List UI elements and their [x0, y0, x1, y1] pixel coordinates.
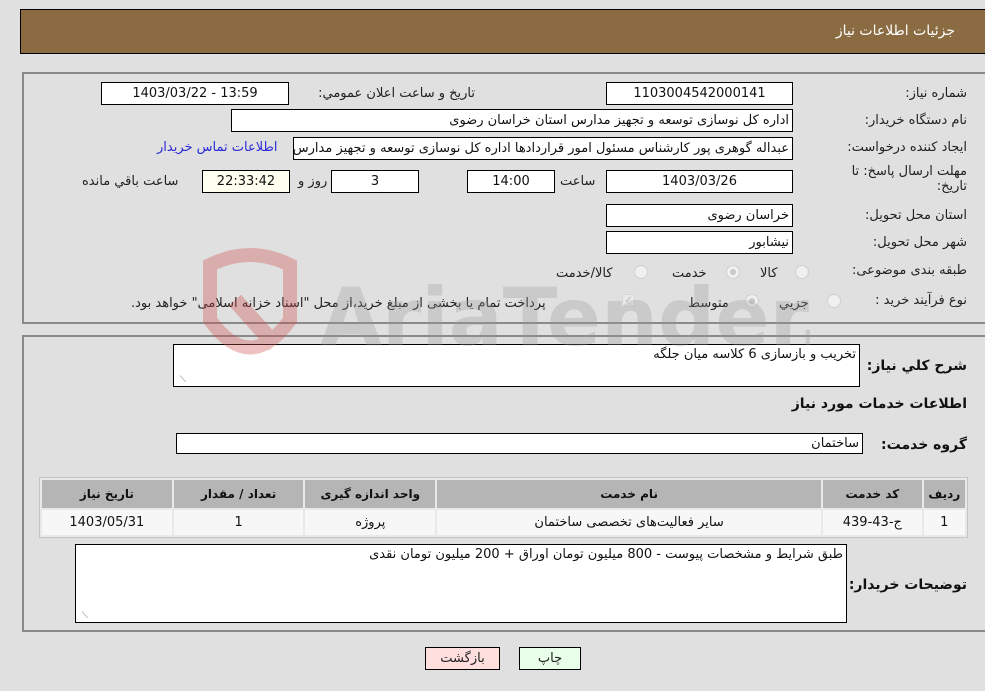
category-option-goods-service: کالا/خدمت [556, 266, 613, 281]
service-group-label: گروه خدمت: [881, 437, 967, 453]
table-header-row: رديف کد خدمت نام خدمت واحد اندازه گيری ت… [42, 480, 965, 508]
deadline-label-line1: مهلت ارسال پاسخ: تا [851, 164, 967, 179]
buyer-notes-textarea[interactable]: طبق شرایط و مشخصات پیوست - 800 میلیون تو… [75, 544, 847, 623]
summary-label: شرح کلي نياز: [866, 358, 967, 374]
category-label: طبقه بندی موضوعی: [851, 263, 967, 278]
process-label: نوع فرآیند خرید : [875, 293, 967, 308]
buyer-notes-label: توضيحات خريدار: [848, 577, 967, 593]
col-header-service-code: کد خدمت [823, 480, 922, 508]
announce-datetime-field: 1403/03/22 - 13:59 [101, 82, 289, 105]
buyer-org-label: نام دستگاه خريدار: [864, 113, 967, 128]
process-radio-minor[interactable] [827, 294, 841, 308]
services-section-title: اطلاعات خدمات مورد نياز [791, 396, 967, 412]
page-header: جزئیات اطلاعات نیاز [20, 9, 985, 54]
time-remaining-field: 22:33:42 [202, 170, 290, 193]
cell-unit: پروژه [305, 510, 436, 535]
category-radio-goods-service[interactable] [634, 265, 648, 279]
category-option-goods: کالا [760, 266, 778, 281]
service-group-field: ساختمان [176, 433, 863, 454]
col-header-need-date: تاريخ نياز [42, 480, 172, 508]
cell-row-number: 1 [923, 510, 965, 535]
buyer-notes-text: طبق شرایط و مشخصات پیوست - 800 میلیون تو… [369, 547, 843, 562]
time-remaining-label: ساعت باقي مانده [82, 174, 179, 189]
col-header-unit: واحد اندازه گيری [305, 480, 436, 508]
treasury-note: پرداخت تمام يا بخشی از مبلغ خريد،از محل … [131, 296, 546, 311]
resize-grip-icon[interactable]: ⟋ [176, 375, 186, 385]
creator-field: عبداله گوهری پور کارشناس مسئول امور قرار… [293, 137, 793, 160]
buyer-org-field: اداره کل نوسازی توسعه و تجهیز مدارس استا… [231, 109, 793, 132]
page-title: جزئیات اطلاعات نیاز [835, 23, 955, 39]
process-option-minor: جزيي [779, 296, 809, 311]
col-header-row-number: رديف [923, 480, 965, 508]
days-remaining-field: 3 [331, 170, 419, 193]
process-option-medium: متوسط [688, 296, 729, 311]
process-radio-medium[interactable] [745, 294, 759, 308]
province-field: خراسان رضوی [606, 204, 793, 227]
deadline-time-field: 14:00 [467, 170, 555, 193]
need-number-field: 1103004542000141 [606, 82, 793, 105]
category-option-service: خدمت [672, 266, 707, 281]
cell-quantity: 1 [173, 510, 304, 535]
treasury-checkbox[interactable]: ✓ [622, 294, 635, 307]
summary-text: تخریب و بازسازی 6 کلاسه میان جلگه [653, 347, 856, 362]
province-label: استان محل تحويل: [865, 208, 967, 223]
need-number-label: شماره نیاز: [905, 86, 967, 101]
print-button[interactable]: چاپ [519, 647, 581, 670]
col-header-service-name: نام خدمت [437, 480, 822, 508]
creator-label: ايجاد کننده درخواست: [847, 140, 967, 155]
city-label: شهر محل تحويل: [872, 235, 967, 250]
buyer-contact-link[interactable]: اطلاعات تماس خريدار [157, 140, 277, 155]
services-table: رديف کد خدمت نام خدمت واحد اندازه گيری ت… [39, 477, 968, 538]
category-radio-goods[interactable] [795, 265, 809, 279]
city-field: نیشابور [606, 231, 793, 254]
cell-service-code: ج-43-439 [823, 510, 922, 535]
deadline-label-line2: تاريخ: [936, 179, 967, 194]
deadline-date-field: 1403/03/26 [606, 170, 793, 193]
cell-need-date: 1403/05/31 [42, 510, 172, 535]
col-header-quantity: تعداد / مقدار [173, 480, 304, 508]
summary-textarea[interactable]: تخریب و بازسازی 6 کلاسه میان جلگه ⟋ [173, 344, 860, 387]
days-label: روز و [298, 174, 328, 189]
back-button[interactable]: بازگشت [425, 647, 500, 670]
category-radio-service[interactable] [726, 265, 740, 279]
deadline-label: مهلت ارسال پاسخ: تا تاريخ: [852, 164, 967, 194]
cell-service-name: سایر فعالیت‌های تخصصی ساختمان [437, 510, 822, 535]
deadline-time-label: ساعت [560, 174, 596, 189]
table-row: 1 ج-43-439 سایر فعالیت‌های تخصصی ساختمان… [42, 510, 965, 535]
announce-datetime-label: تاريخ و ساعت اعلان عمومي: [318, 86, 475, 101]
resize-grip-icon[interactable]: ⟋ [78, 611, 88, 621]
